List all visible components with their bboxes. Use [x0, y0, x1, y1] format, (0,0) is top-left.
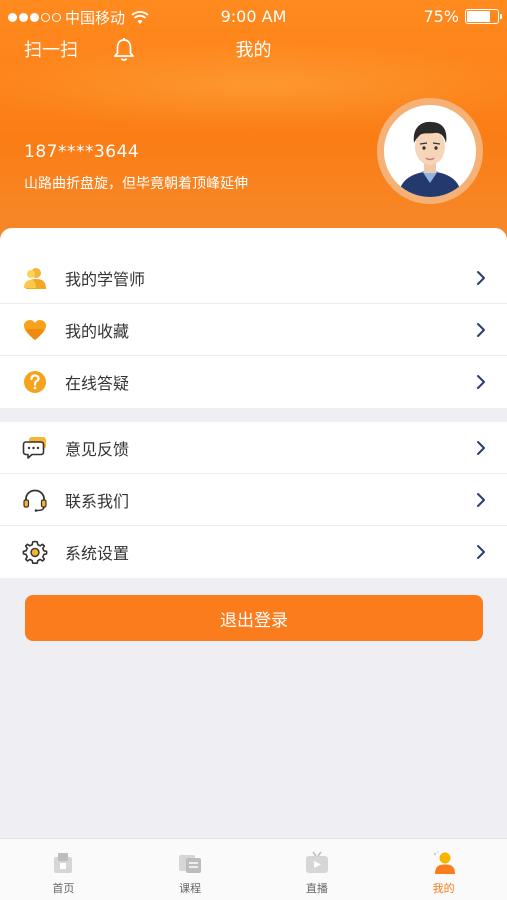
menu-item-label: 我的学管师: [65, 269, 146, 289]
battery-icon: [465, 9, 502, 24]
headset-icon: [23, 489, 47, 512]
menu-group-divider: [0, 408, 507, 422]
live-icon: [305, 851, 328, 873]
feedback-icon: [22, 436, 46, 459]
chevron-right-icon: [477, 375, 485, 389]
tab-label: 首页: [52, 882, 75, 895]
menu-item-qa[interactable]: 在线答疑: [0, 356, 507, 408]
avatar-image: [384, 105, 476, 197]
menu-item-settings[interactable]: 系统设置: [0, 526, 507, 578]
menu-item-label: 意见反馈: [65, 439, 130, 459]
home-icon: [54, 853, 73, 873]
chevron-right-icon: [477, 440, 485, 455]
person-icon: [24, 267, 46, 289]
page-title: 我的: [235, 40, 272, 61]
gear-icon: [22, 540, 48, 564]
tab-profile[interactable]: 我的: [380, 839, 507, 900]
avatar[interactable]: [377, 98, 483, 204]
battery-fill: [467, 11, 490, 22]
chevron-right-icon: [477, 492, 485, 507]
menu-item-contact[interactable]: 联系我们: [0, 474, 507, 526]
course-icon: [179, 855, 202, 873]
menu-group-settings: 意见反馈 联系我们 系统设置: [0, 422, 507, 578]
battery-percent: 75%: [423, 7, 459, 26]
menu-item-favorites[interactable]: 我的收藏: [0, 304, 507, 356]
tab-label: 我的: [432, 882, 455, 895]
menu-item-label: 联系我们: [65, 491, 130, 511]
user-motto: 山路曲折盘旋，但毕竟朝着顶峰延伸: [24, 176, 248, 192]
chevron-right-icon: [477, 322, 485, 337]
menu-item-advisor[interactable]: 我的学管师: [0, 252, 507, 304]
tab-course[interactable]: 课程: [127, 839, 254, 900]
tab-label: 直播: [305, 882, 328, 895]
menu-group-services: 我的学管师 我的收藏 在线答疑: [0, 252, 507, 408]
menu-card: 我的学管师 我的收藏 在线答疑 意见反馈 联系我们 系统设置: [0, 228, 507, 578]
chevron-right-icon: [477, 545, 485, 559]
heart-icon: [24, 319, 46, 340]
menu-item-label: 我的收藏: [65, 321, 130, 341]
menu-item-feedback[interactable]: 意见反馈: [0, 422, 507, 474]
question-icon: [24, 371, 46, 393]
profile-icon: [433, 851, 455, 874]
logout-button[interactable]: 退出登录: [25, 595, 483, 641]
status-right: 75%: [423, 7, 502, 26]
nav-row: 扫一扫 我的: [0, 36, 507, 64]
tab-live[interactable]: 直播: [254, 839, 381, 900]
user-phone: 187****3644: [24, 142, 140, 162]
tab-bar: 首页 课程 直播 我的: [0, 838, 507, 900]
tab-label: 课程: [179, 882, 202, 895]
chevron-right-icon: [477, 270, 485, 285]
menu-item-label: 系统设置: [65, 544, 130, 563]
status-bar: 中国移动 9:00 AM 75%: [0, 0, 507, 34]
tab-home[interactable]: 首页: [0, 839, 127, 900]
menu-item-label: 在线答疑: [65, 374, 130, 393]
user-avatar-icon: [384, 105, 476, 197]
